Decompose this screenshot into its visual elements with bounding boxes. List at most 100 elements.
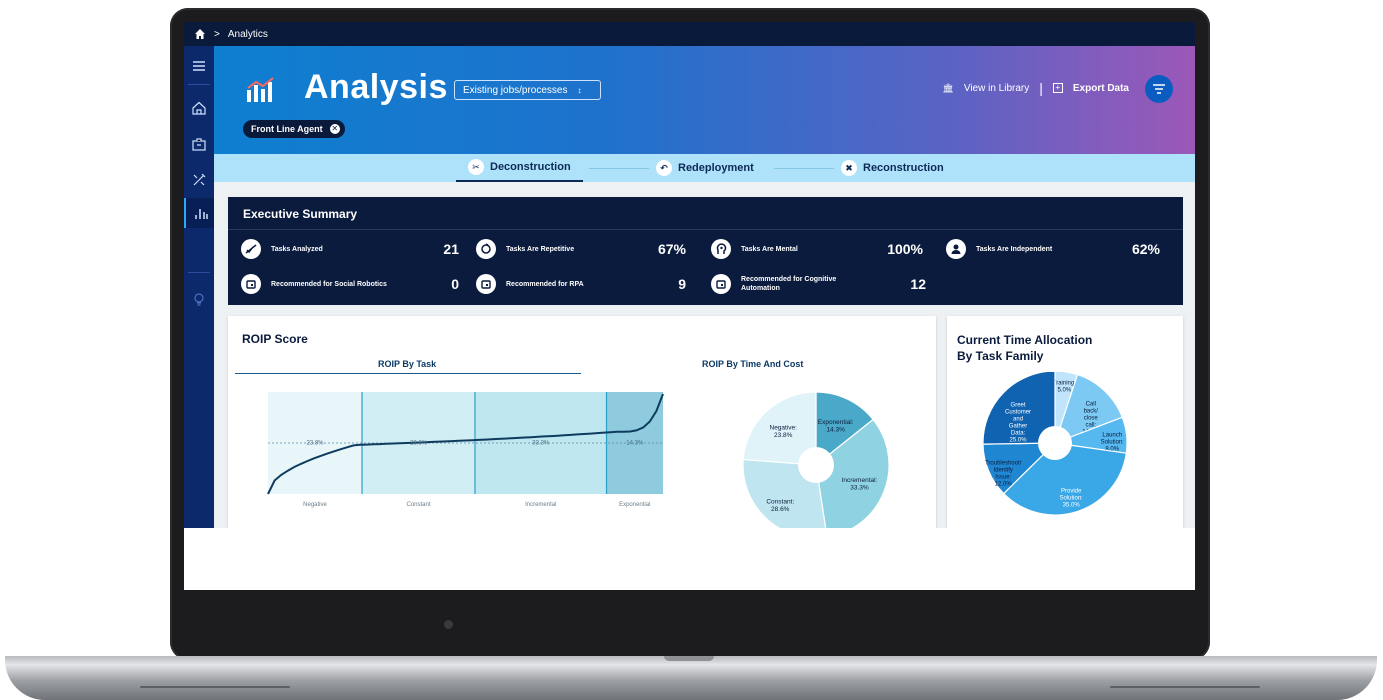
- pie-label-line: Troubleshoot/: [985, 461, 1022, 467]
- pie-label-value: 33.3%: [850, 485, 869, 492]
- pie-label-value: 14.3%: [826, 427, 845, 434]
- pie-label-line: Identify: [994, 468, 1013, 474]
- job-type-select[interactable]: Existing jobs/processes ↕: [454, 80, 601, 100]
- tab-reconstruction[interactable]: ✖ Reconstruction: [841, 154, 944, 182]
- pie-label-line: back/: [1084, 408, 1099, 414]
- pie-label-value: 23.8%: [774, 432, 793, 439]
- repeat-icon: [476, 239, 496, 259]
- roip-category-label: Constant: [406, 502, 430, 508]
- pie-label-line: Constant:: [766, 499, 794, 506]
- menu-icon[interactable]: [191, 58, 207, 74]
- home-outline-icon[interactable]: [191, 100, 207, 116]
- pie-label-value: 25.0%: [1010, 438, 1028, 444]
- metric-rpa: Recommended for RPA 9: [476, 274, 686, 294]
- metric-cognitive-automation: Recommended for Cognitive Automation 12: [711, 274, 926, 294]
- pie-label-line: Greet: [1011, 403, 1026, 409]
- executive-summary: Executive Summary Tasks Analyzed 21 Task…: [228, 197, 1183, 305]
- time-allocation-card: Current Time Allocation By Task Family Tr…: [947, 316, 1183, 528]
- close-icon[interactable]: ✕: [329, 124, 340, 134]
- robot-icon: [241, 274, 261, 294]
- view-library-link[interactable]: View in Library: [964, 83, 1029, 94]
- analysis-chart-icon: [247, 77, 274, 102]
- pie-label-line: Solution:: [1059, 495, 1083, 501]
- webcam: [444, 620, 453, 629]
- pie-label: Provide Solution: 35.0%: [1059, 488, 1083, 508]
- lightbulb-icon[interactable]: [191, 292, 207, 308]
- person-icon: [946, 239, 966, 259]
- metric-label: Tasks Are Mental: [741, 245, 798, 253]
- tools-icon[interactable]: [191, 172, 207, 188]
- pie-label-value: 12.0%: [995, 482, 1013, 488]
- export-data-button[interactable]: Export Data: [1073, 83, 1129, 94]
- pie-label-line: Data:: [1011, 431, 1026, 437]
- robot-icon: [476, 274, 496, 294]
- roip-value-label: 28.6%: [410, 441, 428, 447]
- laptop-base: [5, 656, 1377, 700]
- page-header: Analysis Existing jobs/processes ↕ Front…: [214, 46, 1195, 154]
- pie-label-value: 28.6%: [771, 506, 790, 513]
- roip-category-label: Incremental: [525, 502, 556, 508]
- briefcase-icon[interactable]: [191, 136, 207, 152]
- pie-label-line: Incremental:: [842, 477, 878, 484]
- library-icon: 🏛: [942, 82, 954, 93]
- filter-chip[interactable]: Front Line Agent ✕: [243, 120, 345, 138]
- metric-label-line1: Recommended for Cognitive: [741, 276, 837, 283]
- roip-value-label: 33.3%: [532, 441, 550, 447]
- pie-label-value: 35.0%: [1063, 502, 1081, 508]
- metric-label: Recommended for Social Robotics: [271, 280, 387, 288]
- metric-value: 67%: [657, 241, 686, 257]
- active-tab-underline: [235, 373, 581, 374]
- allocation-title-line1: Current Time Allocation: [957, 333, 1093, 347]
- filter-icon: [1153, 84, 1165, 94]
- tab-roip-time-cost[interactable]: ROIP By Time And Cost: [702, 359, 803, 369]
- roip-value-label: 14.3%: [626, 441, 644, 447]
- roip-value-label: 23.8%: [306, 441, 324, 447]
- metric-tasks-analyzed: Tasks Analyzed 21: [241, 239, 459, 259]
- head-gear-icon: [711, 239, 731, 259]
- pie-label-line: Call: [1086, 401, 1096, 407]
- home-icon[interactable]: [194, 28, 206, 40]
- pie-label-line: Customer: [1005, 410, 1031, 416]
- export-icon: +: [1052, 83, 1063, 93]
- tab-label: Reconstruction: [863, 162, 944, 174]
- breadcrumb: > Analytics: [184, 22, 1195, 46]
- pie-center-hole: [1038, 426, 1072, 460]
- roip-time-cost-pie: Exponential: 14.3% Incremental: 33.3% Consta…: [742, 391, 890, 528]
- metric-independent: Tasks Are Independent 62%: [946, 239, 1160, 259]
- laptop-notch: [664, 656, 714, 661]
- pie-label-line: Exponential:: [818, 419, 854, 426]
- metric-label: Tasks Analyzed: [271, 245, 323, 253]
- breadcrumb-separator: >: [214, 28, 220, 40]
- roip-score-card: ROIP Score ROIP By Task ROIP By Time And…: [228, 316, 936, 528]
- pie-label-line: Negative:: [770, 425, 798, 432]
- sidebar-rail: [184, 46, 214, 528]
- roip-title: ROIP Score: [242, 332, 308, 346]
- tab-label: Deconstruction: [490, 161, 571, 173]
- wrench-icon: ✖: [841, 160, 857, 176]
- tab-deconstruction[interactable]: ✂ Deconstruction: [456, 154, 583, 182]
- tab-redeployment[interactable]: ↶ Redeployment: [656, 154, 754, 182]
- time-allocation-pie: Training:5.0%Callback/closecall:14.0%Lau…: [982, 372, 1128, 516]
- base-line: [140, 686, 290, 688]
- select-value: Existing jobs/processes: [463, 84, 568, 96]
- metric-label: Recommended for Cognitive Automation: [741, 275, 836, 293]
- metric-value: 21: [443, 241, 459, 257]
- robot-icon: [711, 274, 731, 294]
- chip-label: Front Line Agent: [251, 124, 323, 134]
- allocation-title-line2: By Task Family: [957, 349, 1044, 363]
- sidebar-item-analytics[interactable]: [184, 198, 214, 228]
- allocation-title: Current Time Allocation By Task Family: [957, 332, 1107, 364]
- header-actions: 🏛 View in Library | + Export Data: [942, 80, 1129, 96]
- actions-divider: |: [1039, 80, 1043, 96]
- metric-label-line2: Automation: [741, 285, 780, 292]
- tab-roip-by-task[interactable]: ROIP By Task: [378, 359, 436, 369]
- base-line: [1110, 686, 1260, 688]
- metric-value: 62%: [1131, 241, 1160, 257]
- pie-label-line: close: [1084, 415, 1099, 421]
- metric-value: 0: [451, 276, 459, 292]
- metric-mental: Tasks Are Mental 100%: [711, 239, 923, 259]
- filter-button[interactable]: [1145, 75, 1173, 103]
- roip-category-label: Negative: [303, 502, 327, 508]
- tab-bar: ✂ Deconstruction ↶ Redeployment ✖ Recons…: [214, 154, 1195, 182]
- breadcrumb-current[interactable]: Analytics: [228, 29, 268, 40]
